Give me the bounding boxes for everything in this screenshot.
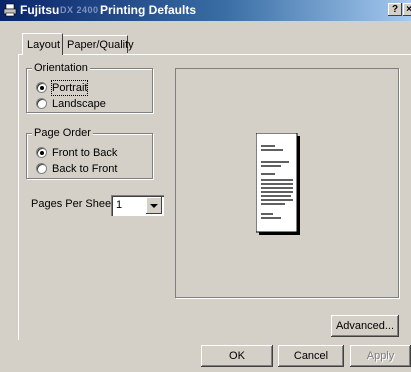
page-order-legend: Page Order xyxy=(32,127,93,140)
ok-button[interactable]: OK xyxy=(201,345,273,367)
tab-paper-quality-label: Paper/Quality xyxy=(67,39,134,51)
title-bar[interactable]: Fujitsu DX 2400 Printing Defaults ? × xyxy=(0,0,411,21)
page-preview-icon xyxy=(256,133,300,235)
help-button[interactable]: ? xyxy=(388,3,402,16)
radio-portrait-button[interactable] xyxy=(36,82,47,93)
apply-button[interactable]: Apply xyxy=(350,345,411,367)
layout-preview xyxy=(175,68,399,298)
radio-portrait-label[interactable]: Portrait xyxy=(50,80,89,96)
close-button[interactable]: × xyxy=(403,3,411,16)
radio-front-to-back-button[interactable] xyxy=(36,147,47,158)
orientation-group: Orientation Portrait Landscape xyxy=(26,62,153,113)
window-title-brand: Fujitsu xyxy=(20,3,60,17)
page-order-group: Page Order Front to Back Back to Front xyxy=(26,127,153,179)
radio-front-to-back-label[interactable]: Front to Back xyxy=(52,146,117,160)
chevron-down-icon[interactable] xyxy=(146,197,162,214)
pages-per-sheet-select[interactable]: 1 xyxy=(111,195,164,216)
radio-back-to-front-label[interactable]: Back to Front xyxy=(52,162,117,176)
radio-landscape-button[interactable] xyxy=(36,98,47,109)
radio-landscape-label[interactable]: Landscape xyxy=(52,97,106,111)
tab-paper-quality[interactable]: Paper/Quality xyxy=(62,35,134,53)
orientation-legend: Orientation xyxy=(32,62,90,75)
window-title: Printing Defaults xyxy=(100,3,197,17)
window-title-model: DX 2400 xyxy=(60,5,99,15)
printing-defaults-dialog: Fujitsu DX 2400 Printing Defaults ? × La… xyxy=(0,0,411,372)
tab-layout[interactable]: Layout xyxy=(22,33,63,55)
tab-layout-label: Layout xyxy=(27,39,61,51)
radio-back-to-front-button[interactable] xyxy=(36,163,47,174)
cancel-button[interactable]: Cancel xyxy=(278,345,344,367)
pages-per-sheet-label: Pages Per Sheet: xyxy=(31,198,118,210)
advanced-button[interactable]: Advanced... xyxy=(331,315,399,337)
printer-icon xyxy=(3,3,17,17)
pages-per-sheet-value: 1 xyxy=(116,199,123,211)
